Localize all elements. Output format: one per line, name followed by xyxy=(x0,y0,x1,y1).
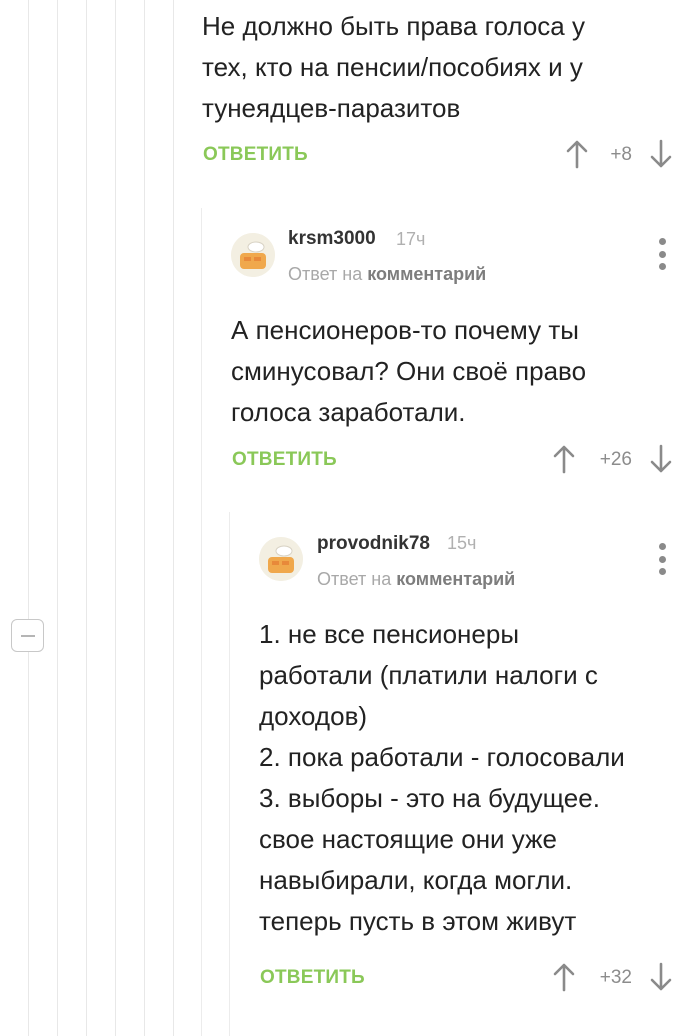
thread-line xyxy=(173,0,174,1036)
reply-button[interactable]: ОТВЕТИТЬ xyxy=(232,449,337,471)
thread-line xyxy=(86,0,87,1036)
comment-line: А пенсионеров-то почему ты xyxy=(231,315,579,345)
reply-button[interactable]: ОТВЕТИТЬ xyxy=(203,144,308,166)
comment-line: 1. не все пенсионеры xyxy=(259,619,519,649)
rating-count: +32 xyxy=(599,967,632,988)
avatar[interactable] xyxy=(231,233,275,277)
chef-hat-avatar xyxy=(231,233,275,277)
reply-to-prefix: Ответ на xyxy=(288,264,363,284)
comment-line: тунеядцев-паразитов xyxy=(202,93,461,123)
thread-line xyxy=(229,512,230,1036)
avatar[interactable] xyxy=(259,537,303,581)
comment-line: сминусовал? Они своё право xyxy=(231,356,587,386)
rating-count: +8 xyxy=(610,144,632,165)
arrow-down-icon[interactable] xyxy=(649,139,673,169)
comment-text: Не должно быть права голоса у тех, кто н… xyxy=(202,6,585,129)
reply-button[interactable]: ОТВЕТИТЬ xyxy=(260,967,365,989)
more-vertical-icon[interactable] xyxy=(657,238,667,270)
comment-time: 17ч xyxy=(396,229,426,249)
arrow-down-icon[interactable] xyxy=(649,962,673,992)
thread-line xyxy=(201,208,202,1036)
comment-text: А пенсионеров-то почему ты сминусовал? О… xyxy=(231,310,586,433)
thread-line xyxy=(115,0,116,1036)
chef-hat-avatar xyxy=(259,537,303,581)
comment-line: доходов) xyxy=(259,701,368,731)
username[interactable]: krsm3000 xyxy=(288,228,376,250)
arrow-up-icon[interactable] xyxy=(552,962,576,992)
collapse-thread-button[interactable] xyxy=(11,619,44,652)
reply-to-prefix: Ответ на xyxy=(317,569,392,589)
comment-line: навыбирали, когда могли. xyxy=(259,865,573,895)
arrow-down-icon[interactable] xyxy=(649,444,673,474)
arrow-up-icon[interactable] xyxy=(552,444,576,474)
reply-to-link[interactable]: Ответ на комментарий xyxy=(288,264,486,285)
rating-count: +26 xyxy=(599,449,632,470)
comment-line: голоса заработали. xyxy=(231,397,466,427)
comment-time: 15ч xyxy=(447,533,477,553)
comment-line: 3. выборы - это на будущее. xyxy=(259,783,600,813)
reply-to-target: комментарий xyxy=(396,569,516,589)
thread-line xyxy=(144,0,145,1036)
comment-line: работали (платили налоги с xyxy=(259,660,598,690)
reply-to-link[interactable]: Ответ на комментарий xyxy=(317,569,515,590)
more-vertical-icon[interactable] xyxy=(657,543,667,575)
comment-line: Не должно быть права голоса у xyxy=(202,11,585,41)
thread-line xyxy=(28,0,29,1036)
comment-line: тех, кто на пенсии/пособиях и у xyxy=(202,52,583,82)
reply-to-target: комментарий xyxy=(367,264,487,284)
minus-icon xyxy=(20,634,35,637)
comment-line: теперь пусть в этом живут xyxy=(259,906,577,936)
username[interactable]: provodnik78 xyxy=(317,533,430,555)
comment-line: 2. пока работали - голосовали xyxy=(259,742,625,772)
thread-line xyxy=(57,0,58,1036)
comment-line: свое настоящие они уже xyxy=(259,824,557,854)
comment-text: 1. не все пенсионеры работали (платили н… xyxy=(259,614,625,942)
